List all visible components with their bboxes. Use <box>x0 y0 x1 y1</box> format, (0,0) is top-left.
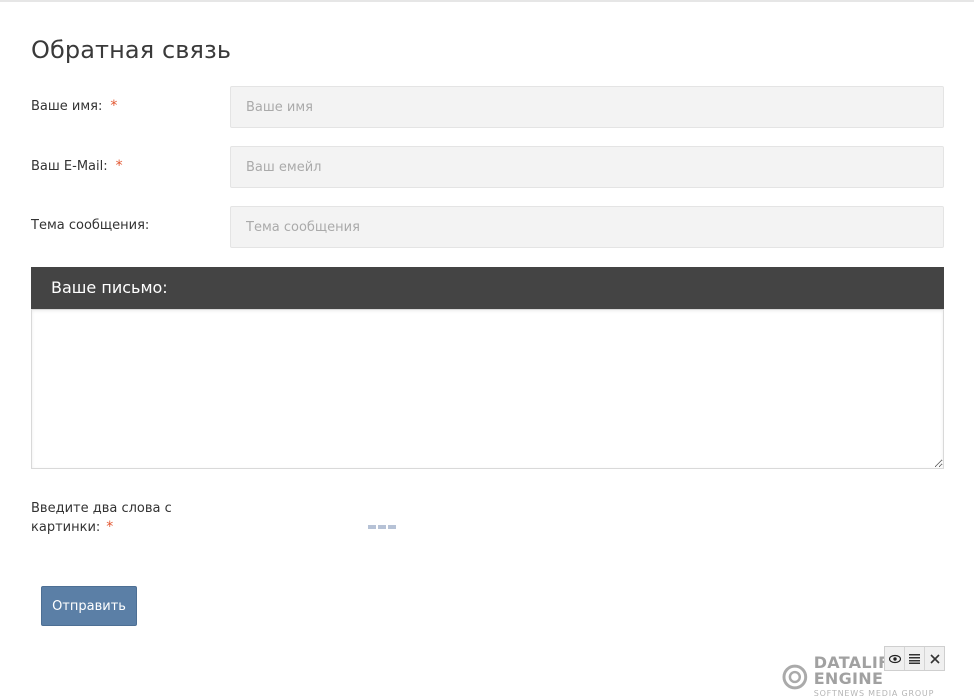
subject-label: Тема сообщения: <box>31 218 150 233</box>
eye-icon[interactable] <box>885 647 905 670</box>
logo-subtitle: SOFTNEWS MEDIA GROUP <box>813 689 935 698</box>
name-label: Ваше имя: * <box>31 98 118 114</box>
captcha-loading-icon <box>368 525 396 530</box>
required-mark: * <box>106 519 114 535</box>
admin-toolbar <box>884 646 945 671</box>
email-row: Ваш E-Mail: * <box>31 146 944 188</box>
datalife-logo-icon <box>782 664 808 689</box>
close-icon[interactable] <box>925 647 944 670</box>
captcha-label: Введите два слова с картинки: * <box>31 501 172 535</box>
email-input[interactable] <box>230 146 944 188</box>
required-mark: * <box>115 158 123 174</box>
email-label: Ваш E-Mail: * <box>31 158 123 174</box>
subject-row: Тема сообщения: <box>31 206 944 248</box>
page-title: Обратная связь <box>31 36 232 64</box>
name-row: Ваше имя: * <box>31 86 944 128</box>
letter-textarea[interactable] <box>31 309 944 469</box>
subject-input[interactable] <box>230 206 944 248</box>
name-input[interactable] <box>230 86 944 128</box>
letter-header: Ваше письмо: <box>31 267 944 309</box>
submit-button[interactable]: Отправить <box>41 586 137 626</box>
datalife-logo: DATALIFE ENGINE SOFTNEWS MEDIA GROUP <box>782 655 974 698</box>
required-mark: * <box>110 98 118 114</box>
list-icon[interactable] <box>905 647 925 670</box>
page-frame: Обратная связь Ваше имя:* Ваш E-Mail:* Т… <box>0 0 974 699</box>
